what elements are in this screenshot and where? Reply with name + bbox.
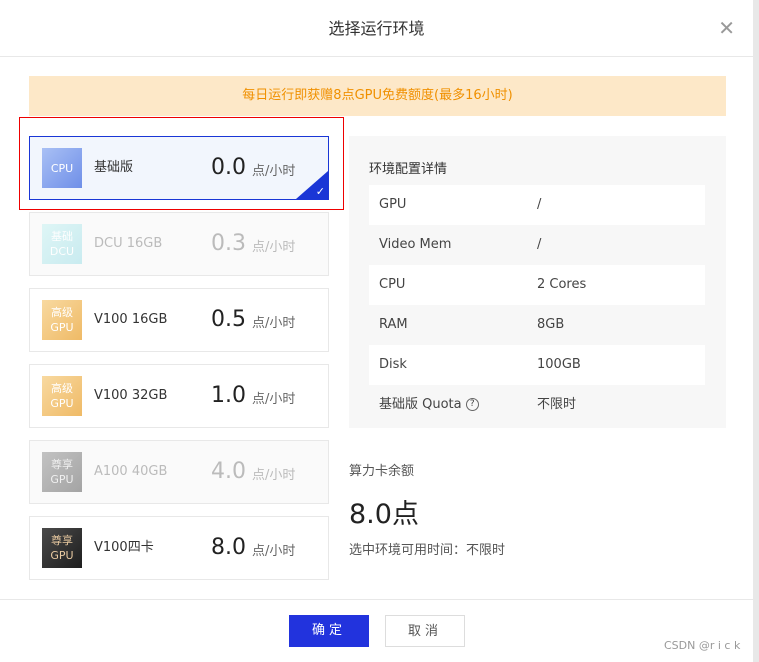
detail-row: Video Mem / (369, 225, 705, 265)
env-price: 0.0 (211, 155, 246, 180)
detail-key-text: Disk (379, 357, 407, 372)
detail-key-text: GPU (379, 197, 407, 212)
dialog-title: 选择运行环境 (328, 19, 425, 38)
price-unit: 点/小时 (252, 164, 296, 179)
price-unit: 点/小时 (252, 544, 296, 559)
detail-row: GPU / (369, 185, 705, 225)
detail-key-text: RAM (379, 317, 408, 332)
cancel-button[interactable]: 取消 (385, 615, 465, 647)
badge-line2: GPU (50, 549, 74, 562)
env-details-panel: 环境配置详情 GPU / Video Mem / CPU 2 Cores RAM 8GB Dis… (349, 136, 726, 428)
env-name: DCU 16GB (94, 236, 163, 251)
badge-line2: GPU (50, 397, 74, 410)
env-badge-icon: 尊享 GPU (42, 452, 82, 492)
badge-line1: 高级 (51, 306, 73, 319)
price-unit: 点/小时 (252, 240, 296, 255)
env-badge-icon: 高级 GPU (42, 376, 82, 416)
badge-line2: GPU (50, 321, 74, 334)
env-card: 基础 DCU DCU 16GB 0.3 点/小时 (29, 212, 329, 276)
price-unit: 点/小时 (252, 392, 296, 407)
check-icon: ✓ (315, 185, 325, 198)
badge-line1: 尊享 (51, 534, 73, 547)
env-card: 尊享 GPU A100 40GB 4.0 点/小时 (29, 440, 329, 504)
detail-value: / (537, 237, 542, 252)
detail-key-text: CPU (379, 277, 406, 292)
footer-divider (0, 599, 753, 600)
env-card[interactable]: CPU 基础版 0.0 点/小时 ✓ (29, 136, 329, 200)
detail-row: Disk 100GB (369, 345, 705, 385)
available-time: 选中环境可用时间：不限时 (349, 543, 506, 558)
confirm-button[interactable]: 确定 (289, 615, 369, 647)
env-price: 1.0 (211, 383, 246, 408)
detail-value: / (537, 197, 542, 212)
badge-line1: CPU (50, 161, 74, 175)
env-name: A100 40GB (94, 464, 168, 479)
env-price: 4.0 (211, 459, 246, 484)
detail-key-text: Video Mem (379, 237, 452, 252)
detail-row: RAM 8GB (369, 305, 705, 345)
detail-value: 8GB (537, 317, 565, 332)
env-price: 0.5 (211, 307, 246, 332)
detail-key: Disk (379, 345, 407, 385)
env-name: V100 16GB (94, 312, 168, 327)
price-unit: 点/小时 (252, 316, 296, 331)
select-environment-dialog: 选择运行环境 ✕ 每日运行即获赠8点GPU免费额度(最多16小时) CPU 基础… (0, 0, 753, 662)
details-title: 环境配置详情 (369, 162, 448, 177)
env-price: 8.0 (211, 535, 246, 560)
env-card[interactable]: 高级 GPU V100 16GB 0.5 点/小时 (29, 288, 329, 352)
badge-line1: 高级 (51, 382, 73, 395)
background-page-edge (753, 0, 759, 662)
badge-line2: GPU (50, 473, 74, 486)
env-name: V100四卡 (94, 540, 154, 555)
detail-value: 2 Cores (537, 277, 587, 292)
watermark: CSDN @r i c k (664, 639, 741, 652)
detail-row: CPU 2 Cores (369, 265, 705, 305)
detail-key: 基础版 Quota ? (379, 385, 479, 425)
env-card[interactable]: 高级 GPU V100 32GB 1.0 点/小时 (29, 364, 329, 428)
detail-key: CPU (379, 265, 405, 305)
detail-value: 100GB (537, 357, 581, 372)
badge-line1: 尊享 (51, 458, 73, 471)
price-unit: 点/小时 (252, 468, 296, 483)
detail-key: GPU (379, 185, 406, 225)
detail-key: RAM (379, 305, 408, 345)
close-icon[interactable]: ✕ (718, 0, 735, 57)
balance-value: 8.0点 (349, 499, 419, 530)
env-badge-icon: 高级 GPU (42, 300, 82, 340)
badge-line2: DCU (49, 245, 75, 258)
free-quota-banner: 每日运行即获赠8点GPU免费额度(最多16小时) (29, 76, 726, 116)
env-price: 0.3 (211, 231, 246, 256)
env-card[interactable]: 尊享 GPU V100四卡 8.0 点/小时 (29, 516, 329, 580)
detail-key-text: 基础版 Quota (379, 397, 462, 412)
detail-key: Video Mem (379, 225, 451, 265)
badge-line1: 基础 (51, 230, 73, 243)
env-badge-icon: CPU (42, 148, 82, 188)
detail-value: 不限时 (537, 397, 577, 412)
env-badge-icon: 尊享 GPU (42, 528, 82, 568)
env-name: 基础版 (94, 160, 134, 175)
balance-label: 算力卡余额 (349, 464, 415, 479)
dialog-header: 选择运行环境 ✕ (0, 0, 753, 57)
env-name: V100 32GB (94, 388, 168, 403)
detail-row: 基础版 Quota ? 不限时 (369, 385, 705, 425)
help-icon[interactable]: ? (465, 398, 479, 411)
env-badge-icon: 基础 DCU (42, 224, 82, 264)
